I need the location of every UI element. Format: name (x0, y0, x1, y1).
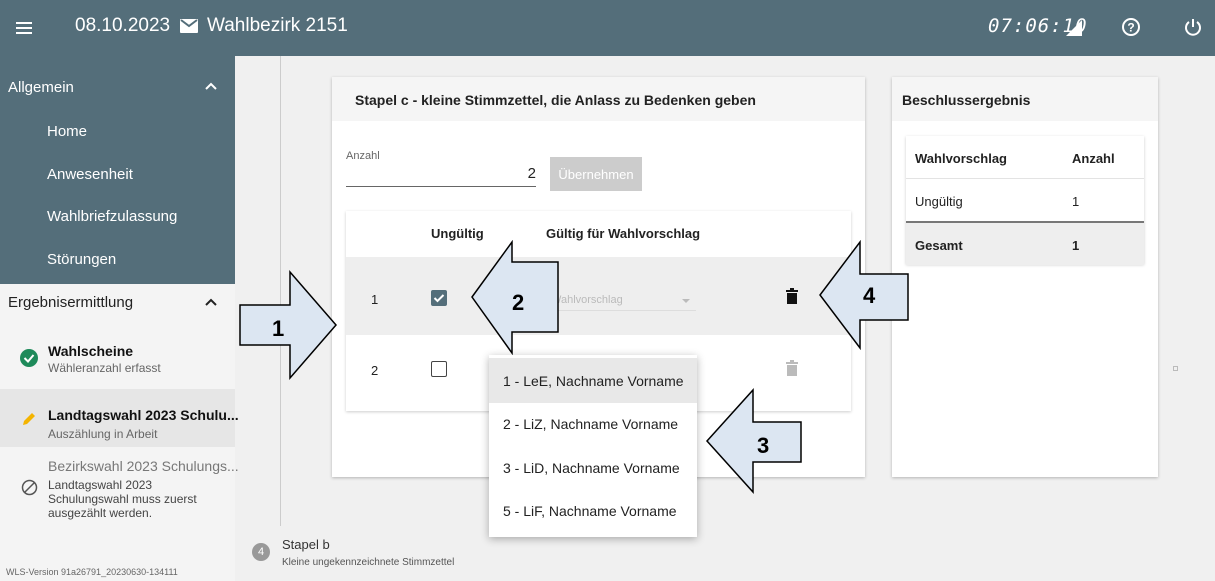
pencil-icon (23, 413, 35, 425)
card-title: Beschlussergebnis (902, 92, 1031, 108)
top-bar: 08.10.2023 Wahlbezirk 2151 07:06:10 ? (0, 0, 1215, 56)
step-landtagswahl[interactable]: Landtagswahl 2023 Schulu... Auszählung i… (0, 389, 239, 447)
check-circle-icon (20, 349, 38, 367)
column-header-gueltig: Gültig für Wahlvorschlag (546, 226, 701, 241)
menu-icon[interactable] (14, 18, 34, 38)
anzahl-input[interactable]: 2 (346, 162, 536, 187)
step-bezirkswahl[interactable]: Bezirkswahl 2023 Schulungs... Landtagswa… (0, 451, 239, 536)
row-number: 2 (371, 363, 379, 378)
column-header-anzahl: Anzahl (1072, 151, 1115, 166)
card-header: Beschlussergebnis (892, 77, 1158, 121)
result-header-row: Wahlvorschlag Anzahl (906, 136, 1144, 179)
help-icon[interactable]: ? (1121, 17, 1141, 37)
callout-label-1: 1 (272, 316, 285, 341)
card-title: Stapel c - kleine Stimmzettel, die Anlas… (355, 92, 756, 108)
sidebar-item-wahlbriefzulassung[interactable]: Wahlbriefzulassung (47, 208, 177, 225)
wahlvorschlag-select[interactable]: Wahlvorschlag (551, 294, 696, 311)
step-subtitle: Wähleranzahl erfasst (48, 361, 161, 375)
date-text: 08.10.2023 (75, 15, 171, 36)
option-label: 1 - LeE, Nachname Vorname (503, 373, 684, 389)
version-text: WLS-Version 91a26791_20230630-134111 (6, 567, 178, 577)
table-row: 1 Wahlvorschlag (346, 257, 851, 335)
mail-icon (180, 19, 198, 33)
step-subtitle: Auszählung in Arbeit (48, 427, 158, 441)
result-label: Gesamt (915, 238, 963, 253)
callout-label-4: 4 (863, 283, 876, 308)
option-label: 3 - LiD, Nachname Vorname (503, 460, 680, 476)
delete-icon[interactable] (786, 288, 798, 304)
sidebar-section-ergebnisermittlung[interactable]: Ergebnisermittlung (8, 294, 133, 311)
result-table: Wahlvorschlag Anzahl Ungültig 1 Gesamt 1 (906, 136, 1144, 265)
district-text: Wahlbezirk 2151 (207, 15, 348, 36)
sidebar: Allgemein Home Anwesenheit Wahlbriefzula… (0, 56, 239, 581)
step-title: Wahlscheine (48, 343, 134, 359)
sidebar-section-title[interactable]: Allgemein (8, 79, 74, 96)
svg-text:?: ? (1127, 21, 1134, 35)
column-header-wahlvorschlag: Wahlvorschlag (915, 151, 1007, 166)
result-value: 1 (1072, 194, 1080, 209)
row-number: 1 (371, 292, 379, 307)
card-header: Stapel c - kleine Stimmzettel, die Anlas… (332, 77, 865, 121)
callout-arrow-1 (239, 270, 337, 380)
dropdown-arrow-icon (682, 299, 690, 303)
signal-icon (1066, 20, 1082, 36)
sidebar-item-stoerungen[interactable]: Störungen (47, 251, 116, 268)
dropdown-option[interactable]: 2 - LiZ, Nachname Vorname (489, 401, 697, 446)
option-label: 2 - LiZ, Nachname Vorname (503, 416, 679, 432)
checkmark-icon (433, 294, 445, 303)
step-number-badge: 4 (252, 543, 270, 561)
callout-label-3: 3 (757, 433, 770, 458)
power-icon[interactable] (1183, 17, 1203, 37)
step-wahlscheine[interactable]: Wahlscheine Wähleranzahl erfasst (0, 332, 235, 387)
dropdown-option[interactable]: 5 - LiF, Nachname Vorname (489, 488, 697, 533)
table-row-total: Gesamt 1 (906, 223, 1144, 265)
dropdown-option[interactable]: 3 - LiD, Nachname Vorname (489, 445, 697, 490)
result-label: Ungültig (915, 194, 963, 209)
chevron-up-icon[interactable] (205, 298, 217, 306)
step-title: Landtagswahl 2023 Schulu... (48, 407, 239, 423)
step-title: Stapel b (282, 537, 330, 552)
uebernehmen-button[interactable]: Übernehmen (550, 157, 642, 191)
step-subtitle: Landtagswahl 2023 Schulungswahl muss zue… (48, 478, 197, 520)
result-value: 1 (1072, 238, 1080, 253)
option-label: 5 - LiF, Nachname Vorname (503, 503, 677, 519)
sidebar-item-anwesenheit[interactable]: Anwesenheit (47, 166, 133, 183)
beschlussergebnis-card: Beschlussergebnis Wahlvorschlag Anzahl U… (892, 77, 1158, 477)
column-header-ungueltig: Ungültig (431, 226, 484, 241)
sidebar-item-home[interactable]: Home (47, 123, 87, 140)
table-row: Ungültig 1 (906, 179, 1144, 223)
sidebar-section-allgemein: Allgemein Home Anwesenheit Wahlbriefzula… (0, 56, 235, 284)
scroll-marker (1173, 366, 1178, 371)
dropdown-option[interactable]: 1 - LeE, Nachname Vorname (489, 358, 697, 403)
blocked-icon (21, 479, 38, 496)
ungueltig-checkbox[interactable] (431, 290, 447, 306)
chevron-up-icon[interactable] (205, 82, 217, 90)
step-title: Bezirkswahl 2023 Schulungs... (48, 458, 239, 474)
delete-icon[interactable] (786, 360, 798, 376)
callout-label-2: 2 (512, 290, 525, 315)
step-subtitle: Kleine ungekennzeichnete Stimmzettel (282, 557, 455, 568)
anzahl-label: Anzahl (346, 150, 380, 162)
ungueltig-checkbox[interactable] (431, 361, 447, 377)
callout-arrow-3 (705, 388, 802, 494)
select-placeholder: Wahlvorschlag (551, 294, 623, 306)
wahlvorschlag-dropdown: 1 - LeE, Nachname Vorname 2 - LiZ, Nachn… (489, 355, 697, 537)
